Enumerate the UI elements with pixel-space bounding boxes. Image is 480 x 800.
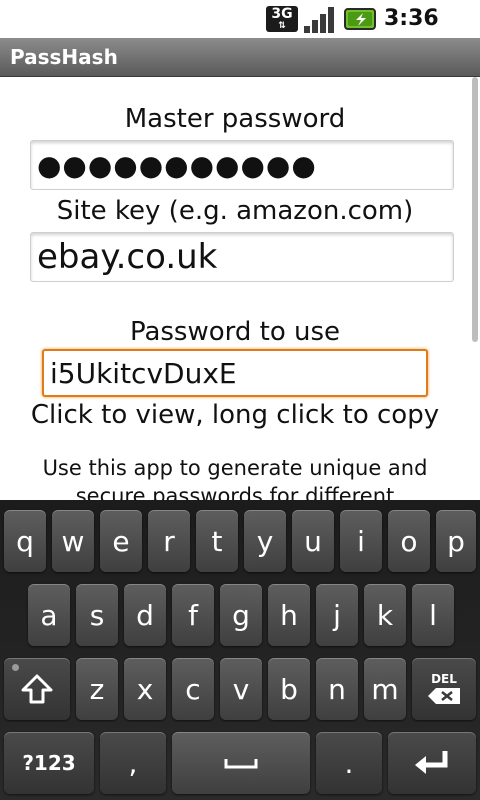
key-c[interactable]: c: [172, 658, 214, 720]
key-o[interactable]: o: [388, 510, 430, 572]
period-key[interactable]: .: [316, 732, 382, 794]
signal-strength-icon: [304, 7, 334, 33]
key-w[interactable]: w: [52, 510, 94, 572]
key-x[interactable]: x: [124, 658, 166, 720]
copy-hint-text: Click to view, long click to copy: [30, 400, 440, 430]
key-g[interactable]: g: [220, 584, 262, 646]
master-password-label: Master password: [124, 104, 346, 134]
key-u[interactable]: u: [292, 510, 334, 572]
status-bar: 3G ⇅ 3:36 PM: [0, 0, 480, 61]
shift-key[interactable]: [4, 658, 70, 720]
key-q[interactable]: q: [4, 510, 46, 572]
key-t[interactable]: t: [196, 510, 238, 572]
status-time: 3:36 PM: [384, 6, 439, 61]
symbols-key[interactable]: ?123: [4, 732, 94, 794]
key-i[interactable]: i: [340, 510, 382, 572]
scrollbar[interactable]: [472, 77, 478, 342]
key-k[interactable]: k: [364, 584, 406, 646]
password-to-use-label: Password to use: [129, 317, 341, 347]
key-n[interactable]: n: [316, 658, 358, 720]
site-key-label: Site key (e.g. amazon.com): [56, 196, 414, 226]
soft-keyboard: q w e r t y u i o p a s d f g h j k l z …: [0, 500, 480, 800]
3g-data-icon: 3G ⇅: [266, 6, 298, 32]
key-b[interactable]: b: [268, 658, 310, 720]
key-h[interactable]: h: [268, 584, 310, 646]
shift-arrow-icon: [21, 674, 53, 704]
key-d[interactable]: d: [124, 584, 166, 646]
site-key-field[interactable]: ebay.co.uk: [30, 232, 454, 282]
space-key[interactable]: [172, 732, 310, 794]
battery-charging-icon: [344, 8, 376, 30]
backspace-icon: [428, 688, 460, 704]
network-label: 3G: [271, 6, 293, 22]
space-bar-icon: [224, 759, 258, 769]
key-l[interactable]: l: [412, 584, 454, 646]
about-text-line2: secure passwords for different: [75, 484, 395, 500]
master-password-field[interactable]: ●●●●●●●●●●●: [30, 140, 454, 190]
app-title: PassHash: [10, 45, 118, 69]
key-p[interactable]: p: [436, 510, 476, 572]
key-s[interactable]: s: [76, 584, 118, 646]
key-r[interactable]: r: [148, 510, 190, 572]
key-z[interactable]: z: [76, 658, 118, 720]
key-m[interactable]: m: [364, 658, 406, 720]
delete-label: DEL: [431, 672, 457, 686]
key-y[interactable]: y: [244, 510, 286, 572]
key-a[interactable]: a: [28, 584, 70, 646]
form-content[interactable]: Master password ●●●●●●●●●●● Site key (e.…: [0, 77, 480, 500]
enter-key[interactable]: [388, 732, 476, 794]
generated-password-field[interactable]: i5UkitcvDuxE: [42, 349, 428, 397]
about-text-line1: Use this app to generate unique and: [42, 456, 428, 480]
key-j[interactable]: j: [316, 584, 358, 646]
key-f[interactable]: f: [172, 584, 214, 646]
delete-key[interactable]: DEL: [412, 658, 476, 720]
shift-indicator-dot: [12, 664, 19, 671]
key-v[interactable]: v: [220, 658, 262, 720]
key-e[interactable]: e: [100, 510, 142, 572]
comma-key[interactable]: ,: [100, 732, 166, 794]
app-title-bar: PassHash: [0, 38, 480, 77]
enter-return-icon: [415, 751, 448, 774]
